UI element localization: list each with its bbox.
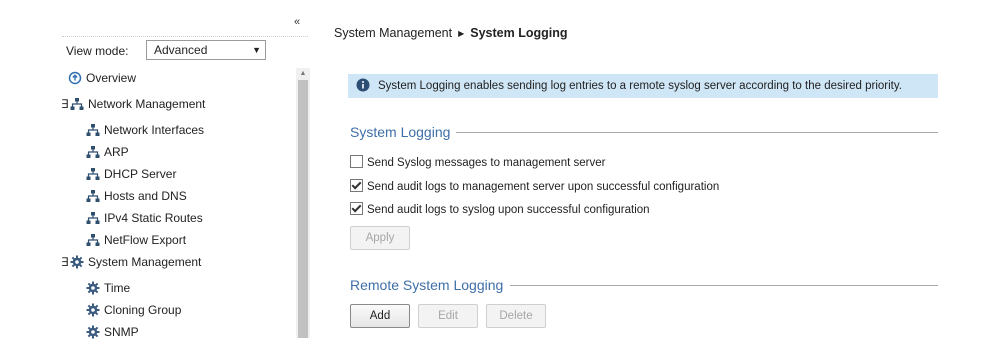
tree-item-cloning-group[interactable]: Cloning Group bbox=[86, 300, 181, 320]
option-audit-logs-syslog: Send audit logs to syslog upon successfu… bbox=[350, 202, 650, 218]
info-banner: System Logging enables sending log entri… bbox=[348, 74, 938, 98]
view-mode-label: View mode: bbox=[66, 44, 129, 58]
section-divider bbox=[456, 132, 938, 133]
breadcrumb: System Management ▶ System Logging bbox=[334, 26, 568, 40]
navigation-tree: Overview ∃ Network Management Network In… bbox=[0, 68, 296, 350]
network-icon bbox=[86, 168, 100, 180]
send-syslog-checkbox[interactable] bbox=[350, 155, 363, 168]
tree-item-label: Hosts and DNS bbox=[104, 189, 187, 203]
tree-item-label: SNMP bbox=[104, 325, 139, 339]
tree-item-overview[interactable]: Overview bbox=[68, 68, 136, 88]
gear-icon bbox=[86, 303, 100, 317]
collapse-sidebar-button[interactable]: « bbox=[294, 16, 300, 28]
view-mode-value: Advanced bbox=[154, 43, 208, 57]
divider bbox=[62, 36, 308, 37]
tree-item-snmp[interactable]: SNMP bbox=[86, 322, 139, 342]
edit-button[interactable]: Edit bbox=[418, 304, 478, 328]
gear-icon bbox=[70, 255, 84, 269]
network-icon bbox=[86, 212, 100, 224]
tree-item-network-management[interactable]: Network Management bbox=[70, 94, 205, 114]
tree-item-label: Cloning Group bbox=[104, 303, 182, 317]
tree-item-label: Overview bbox=[86, 71, 137, 85]
chevron-down-icon: ▼ bbox=[252, 45, 261, 55]
audit-logs-management-checkbox[interactable] bbox=[350, 179, 363, 192]
section-title-system-logging: System Logging bbox=[350, 124, 451, 140]
tree-item-system-management[interactable]: System Management bbox=[70, 252, 201, 272]
sidebar-scrollbar[interactable]: ▲ bbox=[296, 68, 310, 338]
option-send-syslog: Send Syslog messages to management serve… bbox=[350, 155, 605, 171]
network-icon bbox=[86, 124, 100, 136]
tree-item-dhcp-server[interactable]: DHCP Server bbox=[86, 164, 176, 184]
checkbox-label: Send audit logs to management server upo… bbox=[367, 181, 720, 193]
scroll-up-icon[interactable]: ▲ bbox=[296, 68, 310, 80]
tree-item-arp[interactable]: ARP bbox=[86, 142, 129, 162]
tree-item-label: DHCP Server bbox=[104, 167, 177, 181]
tree-item-netflow-export[interactable]: NetFlow Export bbox=[86, 230, 186, 250]
network-icon bbox=[70, 98, 84, 110]
overview-icon bbox=[68, 71, 82, 85]
tree-item-label: Time bbox=[104, 281, 131, 295]
tree-item-label: Network Interfaces bbox=[104, 123, 205, 137]
sidebar: « View mode: Advanced ▼ Overview ∃ Netwo… bbox=[0, 0, 310, 350]
collapse-node-icon[interactable]: ∃ bbox=[61, 94, 69, 114]
tree-item-network-interfaces[interactable]: Network Interfaces bbox=[86, 120, 204, 140]
option-audit-logs-management: Send audit logs to management server upo… bbox=[350, 179, 719, 195]
info-icon bbox=[356, 78, 370, 92]
breadcrumb-separator-icon: ▶ bbox=[458, 29, 465, 38]
breadcrumb-parent[interactable]: System Management bbox=[334, 26, 452, 40]
network-icon bbox=[86, 190, 100, 202]
scrollbar-thumb[interactable] bbox=[298, 80, 308, 338]
checkbox-label: Send audit logs to syslog upon successfu… bbox=[367, 204, 650, 216]
tree-item-label: ARP bbox=[104, 145, 129, 159]
tree-item-time[interactable]: Time bbox=[86, 278, 130, 298]
tree-item-hosts-and-dns[interactable]: Hosts and DNS bbox=[86, 186, 187, 206]
main-content: System Management ▶ System Logging System … bbox=[310, 0, 999, 350]
delete-button[interactable]: Delete bbox=[486, 304, 546, 328]
tree-item-label: NetFlow Export bbox=[104, 233, 187, 247]
checkbox-label: Send Syslog messages to management serve… bbox=[367, 157, 606, 169]
tree-item-label: IPv4 Static Routes bbox=[104, 211, 203, 225]
apply-button[interactable]: Apply bbox=[350, 226, 410, 250]
collapse-node-icon[interactable]: ∃ bbox=[61, 252, 69, 272]
tree-item-ipv4-static-routes[interactable]: IPv4 Static Routes bbox=[86, 208, 203, 228]
tree-item-label: Network Management bbox=[88, 97, 206, 111]
network-icon bbox=[86, 234, 100, 246]
network-icon bbox=[86, 146, 100, 158]
add-button[interactable]: Add bbox=[350, 304, 410, 328]
gear-icon bbox=[86, 281, 100, 295]
tree-item-label: System Management bbox=[88, 255, 202, 269]
section-title-remote-system-logging: Remote System Logging bbox=[350, 277, 504, 293]
info-banner-text: System Logging enables sending log entri… bbox=[378, 80, 902, 92]
section-divider bbox=[510, 285, 938, 286]
audit-logs-syslog-checkbox[interactable] bbox=[350, 202, 363, 215]
view-mode-select[interactable]: Advanced ▼ bbox=[146, 40, 266, 60]
page-title: System Logging bbox=[470, 26, 568, 40]
gear-icon bbox=[86, 325, 100, 339]
